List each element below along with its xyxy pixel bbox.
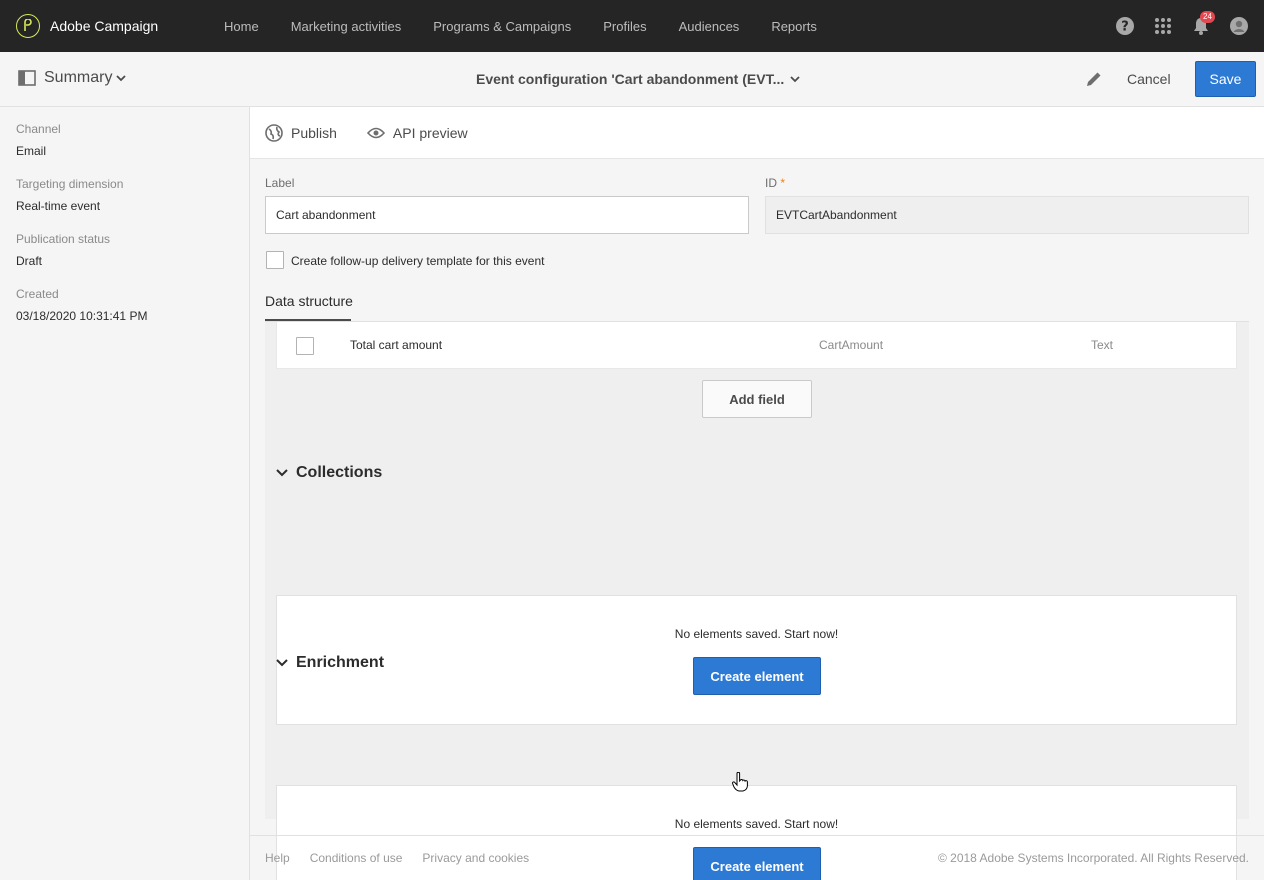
field-type-cell: Text xyxy=(1091,338,1114,352)
panel-layout-icon xyxy=(18,70,36,86)
required-mark: * xyxy=(780,176,786,190)
user-avatar-icon[interactable] xyxy=(1230,17,1248,35)
label-input[interactable]: Cart abandonment xyxy=(265,196,749,234)
chevron-down-icon xyxy=(276,659,288,667)
nav-item-reports[interactable]: Reports xyxy=(771,19,817,34)
publish-button[interactable]: Publish xyxy=(265,123,337,142)
followup-template-checkbox[interactable] xyxy=(266,251,284,269)
page-title[interactable]: Event configuration 'Cart abandonment (E… xyxy=(476,71,800,87)
save-button[interactable]: Save xyxy=(1195,61,1256,97)
apps-grid-icon[interactable] xyxy=(1154,17,1172,35)
property-channel: Channel Email xyxy=(16,122,61,158)
top-navigation: Adobe Campaign Home Marketing activities… xyxy=(0,0,1264,52)
footer: Help Conditions of use Privacy and cooki… xyxy=(250,835,1264,880)
chevron-down-icon xyxy=(790,75,800,82)
nav-item-programs-campaigns[interactable]: Programs & Campaigns xyxy=(433,19,571,34)
footer-link-privacy[interactable]: Privacy and cookies xyxy=(422,851,529,865)
main-content: Publish API preview Label Cart abandonme… xyxy=(250,107,1264,880)
enrichment-empty-text: No elements saved. Start now! xyxy=(674,817,839,831)
collections-title: Collections xyxy=(296,464,383,481)
table-row[interactable]: Total cart amount CartAmount Text xyxy=(276,322,1237,369)
enrichment-title: Enrichment xyxy=(296,654,385,671)
nav-item-home[interactable]: Home xyxy=(224,19,259,34)
nav-item-profiles[interactable]: Profiles xyxy=(603,19,646,34)
footer-link-conditions[interactable]: Conditions of use xyxy=(310,851,403,865)
nav-item-audiences[interactable]: Audiences xyxy=(679,19,740,34)
cancel-button[interactable]: Cancel xyxy=(1127,71,1171,87)
copyright-text: © 2018 Adobe Systems Incorporated. All R… xyxy=(937,851,1249,865)
create-collection-element-button[interactable]: Create element xyxy=(693,657,821,695)
adobe-campaign-logo-icon xyxy=(16,14,40,38)
tab-data-structure[interactable]: Data structure xyxy=(265,293,353,309)
chevron-down-icon xyxy=(276,469,288,477)
help-icon[interactable]: ? xyxy=(1116,17,1134,35)
property-targeting-dimension: Targeting dimension Real-time event xyxy=(16,177,124,213)
id-field-label: ID * xyxy=(765,176,786,190)
edit-pencil-icon[interactable] xyxy=(1085,70,1103,91)
summary-panel: Channel Email Targeting dimension Real-t… xyxy=(0,107,250,880)
api-preview-button[interactable]: API preview xyxy=(366,125,468,141)
hand-cursor-icon xyxy=(732,771,748,795)
data-structure-panel: Total cart amount CartAmount Text Add fi… xyxy=(265,321,1249,880)
notifications-badge: 24 xyxy=(1200,11,1215,23)
collections-panel: No elements saved. Start now! Create ele… xyxy=(276,595,1237,725)
nav-item-marketing-activities[interactable]: Marketing activities xyxy=(291,19,402,34)
summary-toggle[interactable]: Summary xyxy=(18,69,127,87)
field-label-cell: Total cart amount xyxy=(350,338,443,352)
footer-link-help[interactable]: Help xyxy=(265,851,290,865)
chevron-down-icon xyxy=(116,74,127,81)
page-header: Summary Event configuration 'Cart abando… xyxy=(0,52,1264,107)
summary-label: Summary xyxy=(44,69,113,86)
add-field-button[interactable]: Add field xyxy=(702,380,812,418)
eye-icon xyxy=(366,127,385,138)
id-input[interactable]: EVTCartAbandonment xyxy=(765,196,1249,234)
row-select-checkbox[interactable] xyxy=(296,337,314,355)
field-id-cell: CartAmount xyxy=(819,338,884,352)
app-name: Adobe Campaign xyxy=(50,18,159,34)
label-field-label: Label xyxy=(265,176,295,190)
brand[interactable]: Adobe Campaign xyxy=(16,14,224,38)
notifications-bell-icon[interactable]: 24 xyxy=(1192,11,1215,35)
enrichment-section-toggle[interactable]: Enrichment xyxy=(276,654,384,672)
property-publication-status: Publication status Draft xyxy=(16,232,111,268)
action-toolbar: Publish API preview xyxy=(250,107,1264,159)
property-created: Created 03/18/2020 10:31:41 PM xyxy=(16,287,148,323)
collections-empty-text: No elements saved. Start now! xyxy=(674,627,839,641)
globe-icon xyxy=(265,123,283,142)
followup-template-label: Create follow-up delivery template for t… xyxy=(291,254,545,268)
svg-text:?: ? xyxy=(1121,20,1129,35)
collections-section-toggle[interactable]: Collections xyxy=(276,464,382,482)
